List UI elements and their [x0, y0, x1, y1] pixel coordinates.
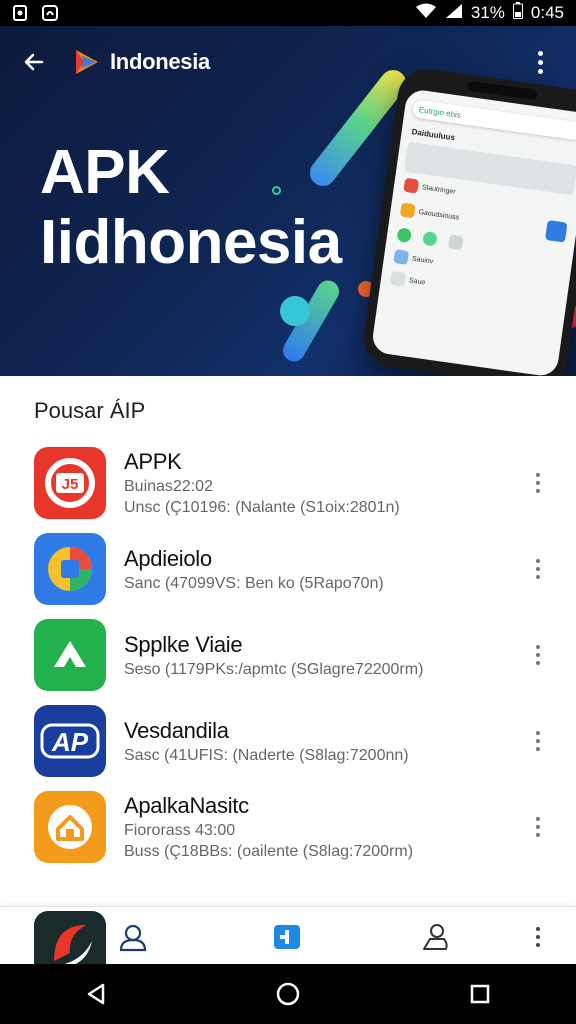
decor-circle — [280, 296, 310, 326]
mock-app-icon — [447, 234, 464, 251]
mock-row-label: Gaoudsiouss — [418, 208, 460, 222]
app-meta: Buss (Ç18BBs: (oailente (S8lag:7200rm) — [124, 843, 414, 860]
nav-profile-button[interactable] — [415, 917, 455, 957]
orange-house-icon — [34, 791, 106, 863]
app-name: Apdieiolo — [124, 545, 212, 571]
mock-app-icon — [396, 227, 413, 244]
clock: 0:45 — [530, 3, 564, 22]
svg-text:J5: J5 — [62, 476, 79, 493]
notification-app-icon — [42, 5, 58, 21]
more-vert-icon — [536, 559, 540, 579]
triangle-back-icon — [87, 983, 105, 1005]
more-vert-icon — [536, 473, 540, 493]
brand: Indonesia — [72, 47, 210, 77]
bottom-navigation — [0, 906, 576, 971]
screen: 31% 0:45 Indonesia APK Iidhonesia Eutrgi… — [0, 0, 576, 1024]
system-recents-button[interactable] — [460, 974, 500, 1014]
app-subtitle: Buinas22:02 — [124, 478, 213, 495]
mock-app-icon — [422, 230, 438, 247]
list-item[interactable]: Apdieiolo Sanc (47099VS: Ben ko (5Rapo70… — [0, 526, 576, 612]
item-more-button[interactable] — [528, 813, 548, 841]
mock-app-icon — [393, 249, 410, 265]
battery-percent: 31% — [470, 3, 505, 22]
signal-icon — [445, 3, 463, 24]
mock-app-icon — [403, 177, 420, 194]
orange-round-icon: J5 — [34, 447, 106, 519]
more-vert-icon — [536, 927, 540, 947]
more-vert-icon — [536, 731, 540, 751]
brand-name: Indonesia — [110, 49, 210, 74]
hero-line-2: Iidhonesia — [40, 208, 342, 277]
more-vert-icon — [536, 645, 540, 665]
more-vert-icon — [537, 50, 543, 74]
item-more-button[interactable] — [528, 727, 548, 755]
mock-row-label: Sauiov — [411, 255, 434, 265]
mock-row-label: Slautringer — [421, 183, 457, 196]
list-item[interactable]: J5 APPK Buinas22:02 Unsc (Ç10196: (Nalan… — [0, 440, 576, 526]
mock-row-label: Saue — [408, 276, 426, 287]
app-name: ApalkaNasitc — [124, 793, 249, 818]
system-navigation-bar — [0, 964, 576, 1024]
brand-logo-icon — [76, 50, 98, 74]
phone-mockup: Eutrgio ebis Daiduuluus Slautringer Gaou… — [360, 65, 576, 376]
nav-apps-button[interactable] — [267, 917, 307, 957]
overflow-menu-button[interactable] — [522, 40, 558, 84]
item-more-button[interactable] — [528, 469, 548, 497]
app-meta: Seso (1179PKs:/apmtc (SGlagre72200rm) — [124, 660, 424, 678]
mock-app-icon — [544, 220, 568, 243]
app-name: Vesdandila — [124, 717, 229, 743]
app-subtitle: Fiororass 43:00 — [124, 822, 236, 839]
svg-text:AP: AP — [51, 727, 89, 757]
hero-line-1: APK — [40, 138, 170, 207]
ap-logo-icon: AP — [34, 705, 106, 777]
app-meta: Sanc (47099VS: Ben ko (5Rapo70n) — [124, 574, 384, 592]
app-name: APPK — [124, 449, 182, 474]
list-item[interactable]: AP Vesdandila Sasc (41UFIS: (Naderte (S8… — [0, 698, 576, 784]
item-more-button[interactable] — [528, 641, 548, 669]
notification-photo-icon — [12, 5, 28, 21]
mock-app-icon — [390, 270, 407, 287]
app-name: Spplke Viaie — [124, 631, 243, 657]
person-icon — [119, 924, 147, 952]
apps-square-icon — [274, 925, 300, 949]
section-title: Pousar ÁIP — [34, 398, 146, 423]
phone-screen: Eutrgio ebis Daiduuluus Slautringer Gaou… — [370, 88, 576, 376]
square-recents-icon — [470, 984, 490, 1004]
list-item[interactable]: Spplke Viaie Seso (1179PKs:/apmtc (SGlag… — [0, 612, 576, 698]
back-button[interactable] — [12, 40, 56, 84]
more-vert-icon — [536, 817, 540, 837]
list-item[interactable]: ApalkaNasitc Fiororass 43:00 Buss (Ç18BB… — [0, 784, 576, 870]
hero-title: APK Iidhonesia — [40, 138, 342, 278]
nav-more-button[interactable] — [518, 917, 558, 957]
nav-account-button[interactable] — [113, 917, 153, 957]
circle-home-icon — [276, 982, 300, 1006]
item-more-button[interactable] — [528, 555, 548, 583]
system-back-button[interactable] — [76, 974, 116, 1014]
app-meta: Unsc (Ç10196: (Nalante (S1oix:2801n) — [124, 499, 400, 516]
colorful-square-icon — [34, 533, 106, 605]
arrow-left-icon — [24, 53, 44, 71]
battery-icon — [512, 2, 523, 24]
user-outline-icon — [423, 924, 448, 950]
status-bar: 31% 0:45 — [0, 0, 576, 26]
mock-search-text: Eutrgio ebis — [418, 104, 462, 120]
app-meta: Sasc (41UFIS: (Naderte (S8lag:7200nn) — [124, 746, 409, 764]
green-arrow-icon — [34, 619, 106, 691]
system-home-button[interactable] — [268, 974, 308, 1014]
partial-app-icon[interactable] — [34, 911, 106, 971]
hero-banner: Indonesia APK Iidhonesia Eutrgio ebis Da… — [0, 26, 576, 376]
wifi-icon — [415, 3, 437, 24]
app-bar: Indonesia — [0, 40, 576, 84]
mock-app-icon — [399, 202, 416, 219]
app-list: J5 APPK Buinas22:02 Unsc (Ç10196: (Nalan… — [0, 440, 576, 870]
